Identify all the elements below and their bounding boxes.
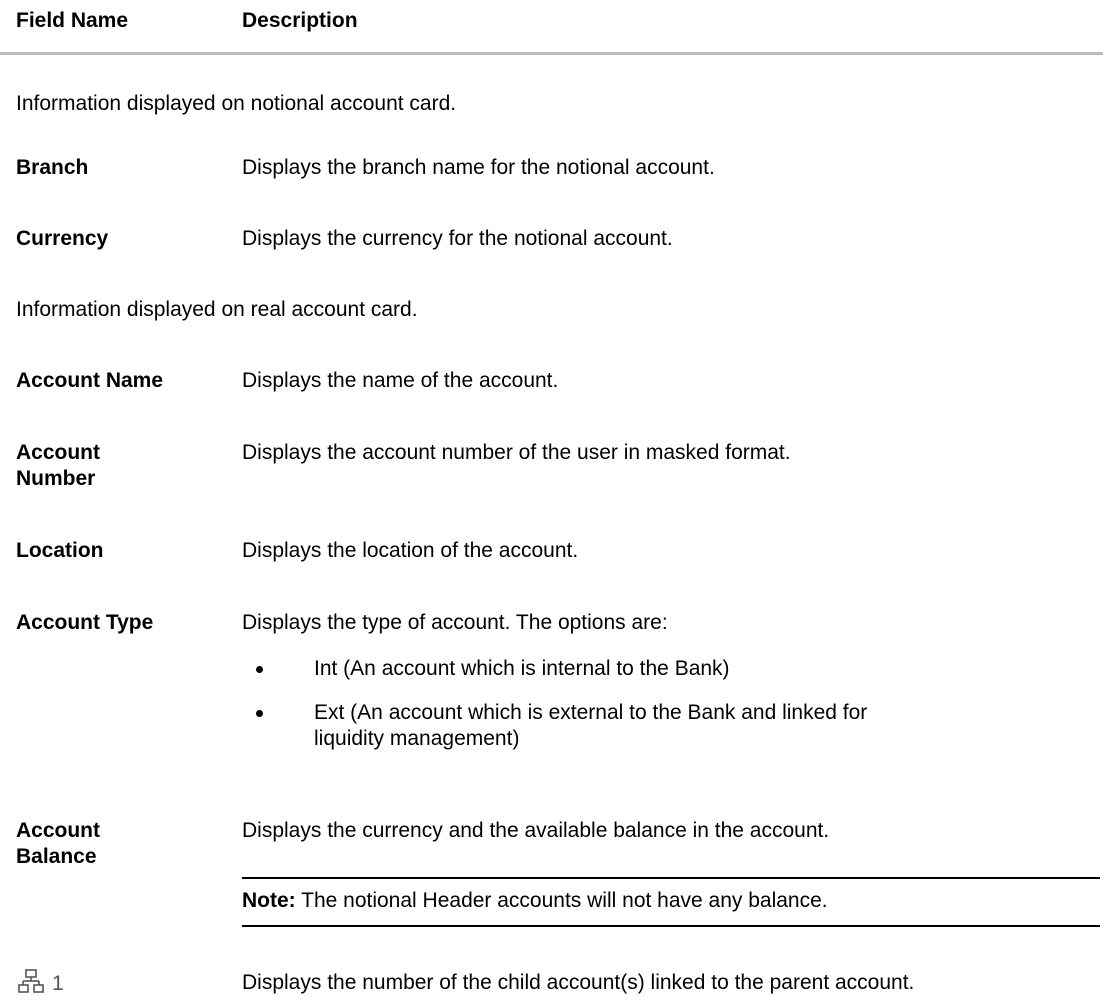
field-location: Location bbox=[16, 539, 104, 562]
option-ext-line1: Ext (An account which is external to the… bbox=[314, 701, 868, 724]
account-type-options: Int (An account which is internal to the… bbox=[242, 656, 1092, 752]
field-account-number: Account Number bbox=[16, 440, 100, 492]
field-account-type: Account Type bbox=[16, 611, 154, 634]
child-accounts-indicator: 1 bbox=[18, 968, 64, 1000]
desc-account-number: Displays the account number of the user … bbox=[242, 441, 791, 464]
child-account-count: 1 bbox=[52, 972, 64, 995]
field-account-number-line1: Account bbox=[16, 441, 100, 464]
field-account-balance: Account Balance bbox=[16, 818, 100, 870]
column-header-field-name: Field Name bbox=[16, 9, 129, 32]
header-divider bbox=[0, 52, 1103, 55]
desc-currency: Displays the currency for the notional a… bbox=[242, 227, 673, 250]
desc-location: Displays the location of the account. bbox=[242, 539, 579, 562]
field-account-name: Account Name bbox=[16, 369, 164, 392]
field-account-number-line2: Number bbox=[16, 467, 96, 490]
field-currency: Currency bbox=[16, 227, 109, 250]
note-text: The notional Header accounts will not ha… bbox=[295, 889, 828, 912]
option-ext: Ext (An account which is external to the… bbox=[242, 700, 1092, 752]
option-int: Int (An account which is internal to the… bbox=[242, 656, 1092, 682]
desc-child-accounts: Displays the number of the child account… bbox=[242, 971, 915, 994]
column-header-description: Description bbox=[242, 9, 358, 32]
note-label: Note: bbox=[242, 889, 296, 912]
desc-account-type: Displays the type of account. The option… bbox=[242, 611, 668, 634]
desc-branch: Displays the branch name for the notiona… bbox=[242, 156, 715, 179]
section-notional-label: Information displayed on notional accoun… bbox=[16, 92, 457, 115]
field-branch: Branch bbox=[16, 156, 89, 179]
desc-account-name: Displays the name of the account. bbox=[242, 369, 559, 392]
field-account-balance-line1: Account bbox=[16, 819, 100, 842]
note: Note: The notional Header accounts will … bbox=[242, 888, 828, 914]
field-account-balance-line2: Balance bbox=[16, 845, 97, 868]
desc-account-balance: Displays the currency and the available … bbox=[242, 819, 830, 842]
option-ext-line2: liquidity management) bbox=[314, 727, 520, 750]
hierarchy-icon bbox=[18, 968, 44, 1000]
section-real-label: Information displayed on real account ca… bbox=[16, 298, 418, 321]
